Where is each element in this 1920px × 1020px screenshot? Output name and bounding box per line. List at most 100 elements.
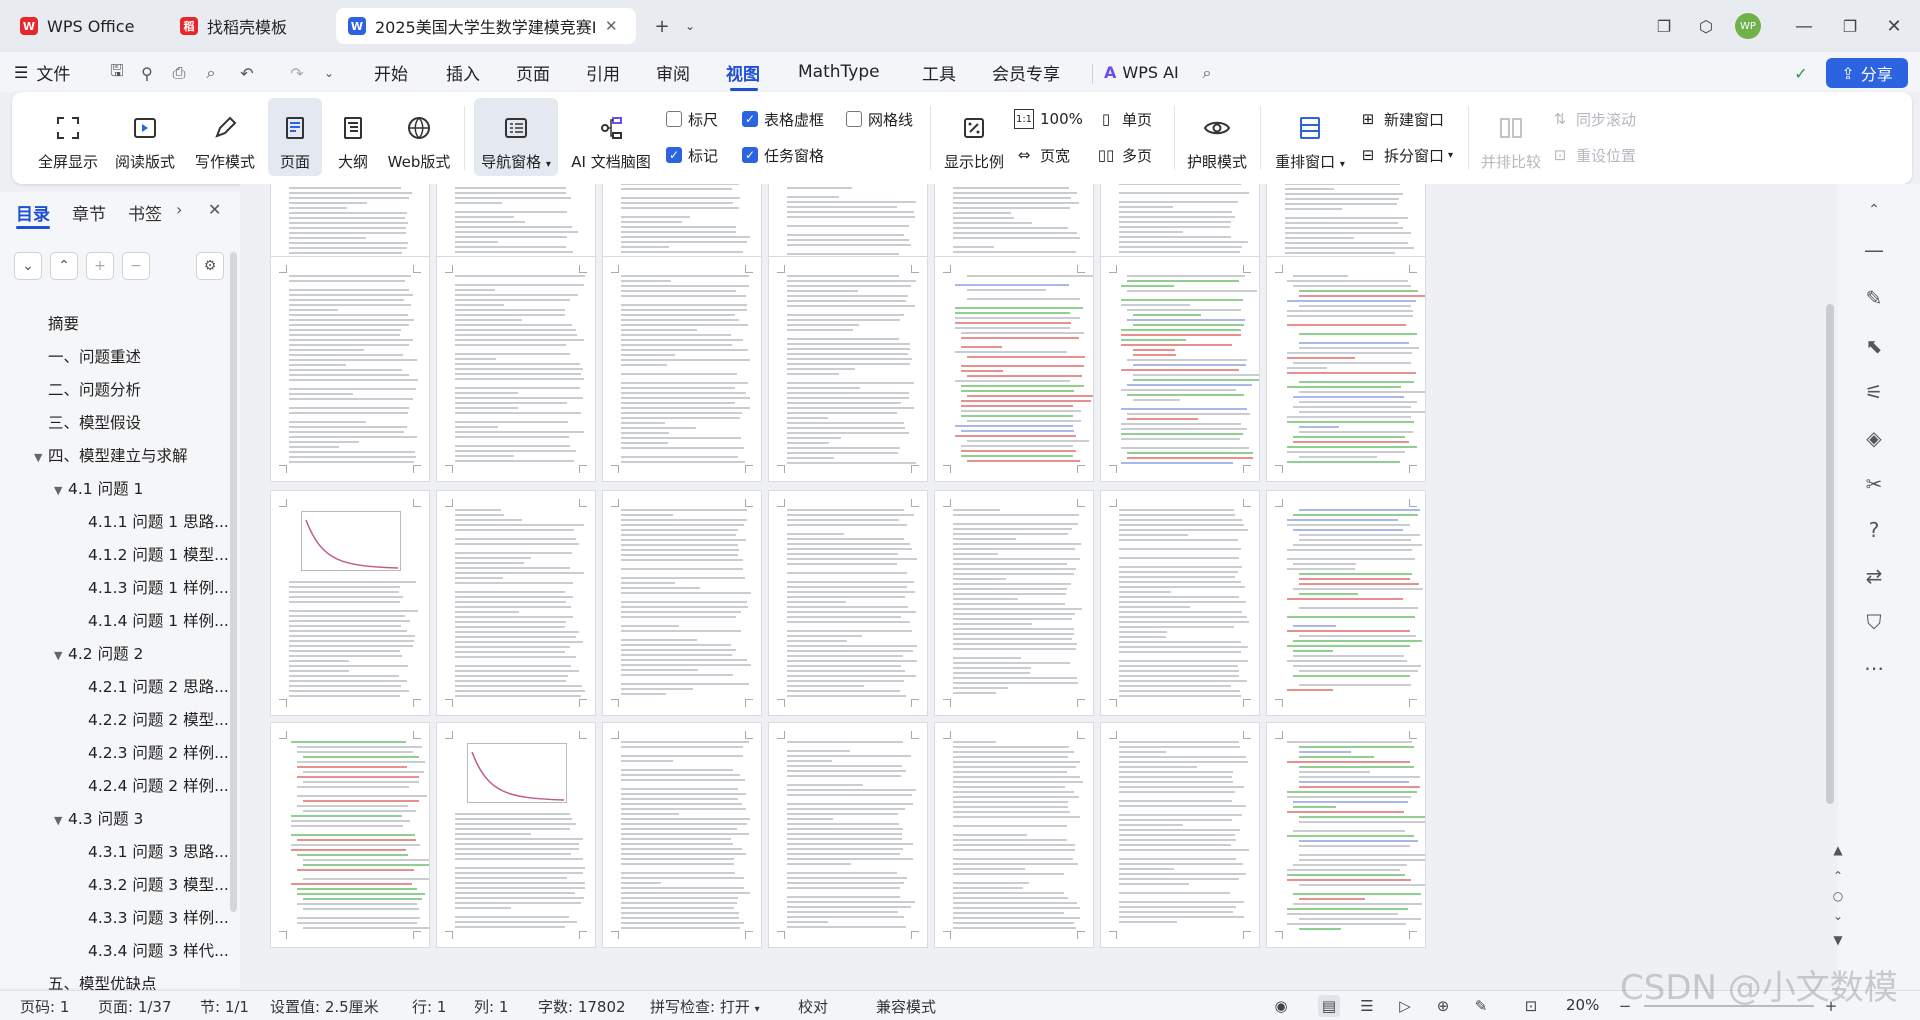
- status-zoom-level[interactable]: 20%: [1566, 996, 1599, 1014]
- menu-start[interactable]: 开始: [374, 58, 408, 86]
- status-word-count[interactable]: 字数: 17802: [538, 996, 626, 1017]
- menu-page[interactable]: 页面: [516, 58, 550, 86]
- ai-mindmap-button[interactable]: AI 文档脑图: [564, 98, 658, 176]
- status-compat-mode[interactable]: 兼容模式: [876, 996, 936, 1017]
- page-thumbnail[interactable]: [768, 490, 928, 716]
- collapse-all-chevron-down-icon[interactable]: ⌄: [14, 252, 42, 280]
- toc-item[interactable]: 二、问题分析: [34, 378, 141, 400]
- scroll-down-arrow-icon[interactable]: ▼: [1822, 924, 1854, 956]
- shape-icon[interactable]: ◈: [1858, 422, 1890, 454]
- eye-mode-status-icon[interactable]: ◉: [1270, 995, 1292, 1017]
- page-thumbnail[interactable]: [270, 490, 430, 716]
- toc-item[interactable]: 4.1.1 问题 1 思路...: [74, 510, 229, 532]
- help-question-icon[interactable]: ?: [1858, 514, 1890, 546]
- select-cursor-icon[interactable]: ⬉: [1858, 330, 1890, 362]
- expand-triangle-icon[interactable]: ▼: [54, 649, 68, 662]
- new-tab-plus-icon[interactable]: +: [648, 12, 676, 40]
- toc-item[interactable]: 4.1.2 问题 1 模型...: [74, 543, 229, 565]
- restore-icon[interactable]: ❐: [1836, 12, 1864, 40]
- add-heading-plus-icon[interactable]: +: [86, 252, 114, 280]
- reading-mode-button[interactable]: 阅读版式: [108, 98, 182, 176]
- toc-item[interactable]: 4.1.3 问题 1 样例...: [74, 576, 229, 598]
- tab-list-chevron-icon[interactable]: ⌄: [676, 12, 704, 40]
- nav-tab-toc[interactable]: 目录: [16, 200, 50, 225]
- toc-item[interactable]: 4.3.1 问题 3 思路...: [74, 840, 229, 862]
- page-thumbnail[interactable]: [602, 722, 762, 948]
- status-section[interactable]: 节: 1/1: [200, 996, 249, 1017]
- toc-item[interactable]: 4.2.4 问题 2 样例...: [74, 774, 229, 796]
- toc-item[interactable]: ▼ 4.1 问题 1: [54, 477, 143, 499]
- fullscreen-button[interactable]: 全屏显示: [34, 98, 102, 176]
- more-ellipsis-icon[interactable]: ⋯: [1858, 652, 1890, 684]
- nav-tab-bookmarks[interactable]: 书签: [128, 200, 162, 225]
- page-thumbnail[interactable]: [1100, 256, 1260, 482]
- menu-insert[interactable]: 插入: [446, 58, 480, 86]
- tab-docer-template[interactable]: 稻 找稻壳模板: [168, 8, 328, 44]
- expand-triangle-icon[interactable]: ▼: [54, 814, 68, 827]
- page-thumbnail[interactable]: [1266, 256, 1426, 482]
- toc-item[interactable]: 4.2.3 问题 2 样例...: [74, 741, 229, 763]
- print-preview-icon[interactable]: ⌕: [200, 62, 222, 84]
- outline-status-icon[interactable]: ☰: [1356, 995, 1378, 1017]
- status-column[interactable]: 列: 1: [474, 996, 508, 1017]
- marks-checkbox[interactable]: ✓ 标记: [666, 142, 718, 168]
- toc-item[interactable]: 4.2.2 问题 2 模型...: [74, 708, 229, 730]
- menu-tools[interactable]: 工具: [922, 58, 956, 86]
- page-thumbnail[interactable]: [436, 490, 596, 716]
- expand-triangle-icon[interactable]: ▼: [34, 451, 48, 464]
- fit-page-icon[interactable]: ⊡: [1520, 995, 1542, 1017]
- expand-up-chevron-icon[interactable]: ⌃: [50, 252, 78, 280]
- file-menu[interactable]: ☰ 文件: [14, 58, 70, 86]
- menu-member[interactable]: 会员专享: [992, 58, 1060, 86]
- play-icon[interactable]: ▷: [1394, 995, 1416, 1017]
- page-width-button[interactable]: ⇔ 页宽: [1014, 142, 1070, 168]
- toc-item[interactable]: 一、问题重述: [34, 345, 141, 367]
- nav-more-chevron-icon[interactable]: ›: [176, 200, 182, 219]
- adjust-sliders-icon[interactable]: ⚟: [1858, 376, 1890, 408]
- rearrange-window-button[interactable]: 重排窗口 ▾: [1268, 98, 1352, 176]
- minimize-icon[interactable]: —: [1790, 12, 1818, 40]
- web-view-button[interactable]: Web版式: [384, 98, 454, 176]
- page-thumbnail[interactable]: [602, 256, 762, 482]
- edit-pen-icon[interactable]: ✎: [1858, 282, 1890, 314]
- writing-mode-button[interactable]: 写作模式: [188, 98, 262, 176]
- page-thumbnail[interactable]: [1266, 722, 1426, 948]
- toc-item[interactable]: ▼ 四、模型建立与求解: [34, 444, 188, 466]
- tab-manager-icon[interactable]: ❐: [1650, 12, 1678, 40]
- wps-ai-button[interactable]: A WPS AI: [1104, 58, 1179, 86]
- toc-item[interactable]: 4.3.3 问题 3 样例...: [74, 906, 229, 928]
- page-thumbnail[interactable]: [270, 722, 430, 948]
- tools-icon[interactable]: ✂: [1858, 468, 1890, 500]
- page-view-status-icon[interactable]: ▤: [1318, 995, 1340, 1017]
- zoom-ratio-button[interactable]: 显示比例: [940, 98, 1008, 176]
- format-painter-icon[interactable]: ⚲: [136, 62, 158, 84]
- status-spell-check[interactable]: 拼写检查: 打开 ▾: [650, 996, 760, 1017]
- menu-reference[interactable]: 引用: [586, 58, 620, 86]
- page-thumbnail[interactable]: [768, 256, 928, 482]
- nav-settings-icon[interactable]: ⚙: [196, 252, 224, 280]
- redo-icon[interactable]: ↷: [286, 62, 308, 84]
- doc-vertical-scrollbar[interactable]: [1826, 304, 1834, 804]
- toc-item[interactable]: 4.1.4 问题 1 样例...: [74, 609, 229, 631]
- page-thumbnail[interactable]: [602, 490, 762, 716]
- gridlines-checkbox[interactable]: 网格线: [846, 106, 913, 132]
- close-tab-icon[interactable]: ✕: [605, 17, 618, 35]
- toc-item[interactable]: 摘要: [34, 312, 79, 334]
- nav-pane-button[interactable]: 导航窗格 ▾: [474, 98, 558, 176]
- page-thumbnail[interactable]: [934, 256, 1094, 482]
- split-window-button[interactable]: ⊟ 拆分窗口 ▾: [1358, 142, 1453, 168]
- scroll-up-icon[interactable]: ⌃: [1858, 194, 1890, 226]
- cloud-sync-icon[interactable]: ✓: [1790, 62, 1812, 84]
- page-view-button[interactable]: 页面: [268, 98, 322, 176]
- page-thumbnail[interactable]: [270, 256, 430, 482]
- toc-item[interactable]: 三、模型假设: [34, 411, 141, 433]
- pen-status-icon[interactable]: ✎: [1470, 995, 1492, 1017]
- page-thumbnail[interactable]: [1100, 490, 1260, 716]
- outline-view-button[interactable]: 大纲: [328, 98, 378, 176]
- print-icon[interactable]: ⎙: [168, 62, 190, 84]
- sync-scroll-button[interactable]: ⇅ 同步滚动: [1550, 106, 1636, 132]
- toc-item[interactable]: 4.2.1 问题 2 思路...: [74, 675, 229, 697]
- collapse-panel-icon[interactable]: —: [1858, 234, 1890, 266]
- toc-item[interactable]: ▼ 4.2 问题 2: [54, 642, 143, 664]
- nav-tab-sections[interactable]: 章节: [72, 200, 106, 225]
